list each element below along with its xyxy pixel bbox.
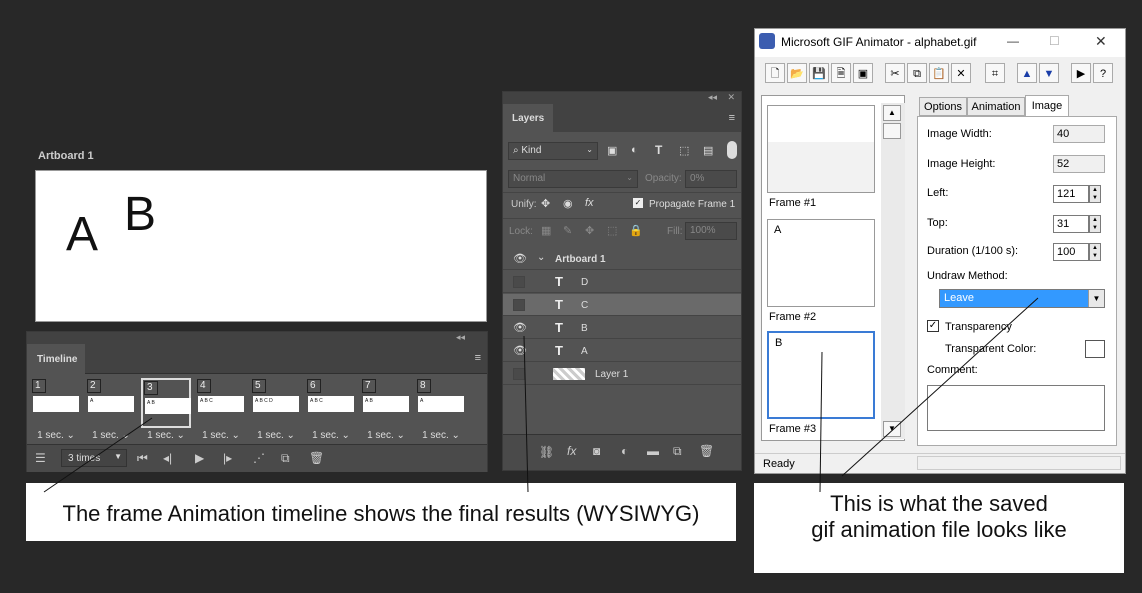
pointer-line-frame bbox=[819, 351, 823, 493]
annotation-lines bbox=[43, 297, 1039, 493]
pointer-line-undraw bbox=[841, 297, 1039, 477]
pointer-line-layers bbox=[523, 335, 529, 493]
pointer-line-timeline bbox=[43, 417, 153, 493]
